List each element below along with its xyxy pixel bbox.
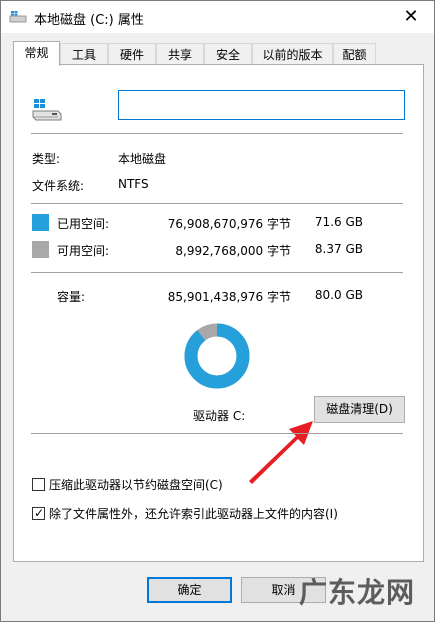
divider: [31, 203, 403, 204]
disk-cleanup-button[interactable]: 磁盘清理(D): [314, 396, 405, 423]
type-value: 本地磁盘: [118, 152, 167, 166]
tab-quota[interactable]: 配额: [333, 43, 376, 65]
arrow-annotation: [249, 421, 313, 484]
filesystem-label: 文件系统:: [32, 179, 85, 193]
free-space-label: 可用空间:: [57, 244, 110, 258]
capacity-bytes: 85,901,438,976 字节: [167, 290, 291, 304]
compress-label[interactable]: 压缩此驱动器以节约磁盘空间(C): [49, 476, 223, 493]
tab-previous-versions[interactable]: 以前的版本: [252, 43, 333, 65]
drive-letter-label: 驱动器 C:: [193, 409, 246, 423]
used-space-size: 71.6 GB: [314, 215, 363, 229]
used-space-swatch: [32, 214, 49, 231]
usage-donut-chart: [184, 323, 250, 389]
close-icon[interactable]: ✕: [388, 1, 434, 33]
capacity-label: 容量:: [57, 290, 86, 304]
used-space-bytes: 76,908,670,976 字节: [167, 217, 291, 231]
free-space-bytes: 8,992,768,000 字节: [175, 244, 291, 258]
divider: [31, 133, 403, 134]
capacity-size: 80.0 GB: [314, 288, 363, 302]
compress-checkbox[interactable]: [32, 478, 45, 491]
free-space-swatch: [32, 241, 49, 258]
divider: [31, 272, 403, 273]
drive-icon: [32, 99, 62, 121]
checkmark-icon: ✓: [34, 506, 45, 520]
tab-general[interactable]: 常规: [13, 41, 60, 66]
tab-tools[interactable]: 工具: [60, 43, 108, 65]
properties-window: 本地磁盘 (C:) 属性 ✕ 常规 工具 硬件 共享 安全 以前的版本 配额 类…: [0, 0, 435, 622]
window-title: 本地磁盘 (C:) 属性: [34, 13, 144, 28]
used-space-label: 已用空间:: [57, 217, 110, 231]
ok-button[interactable]: 确定: [147, 577, 232, 603]
donut-used-segment: [184, 323, 250, 389]
free-space-size: 8.37 GB: [314, 242, 363, 256]
watermark-text: 广东龙网: [299, 576, 416, 609]
filesystem-value: NTFS: [118, 177, 149, 191]
index-checkbox[interactable]: ✓: [32, 506, 45, 520]
tab-strip: 常规 工具 硬件 共享 安全 以前的版本 配额: [13, 41, 423, 66]
tab-hardware[interactable]: 硬件: [108, 43, 156, 65]
drive-name-input[interactable]: [118, 90, 405, 120]
index-label[interactable]: 除了文件属性外，还允许索引此驱动器上文件的内容(I): [49, 505, 338, 522]
type-label: 类型:: [32, 152, 61, 166]
tab-security[interactable]: 安全: [204, 43, 252, 65]
drive-icon: [9, 11, 27, 23]
divider: [31, 433, 403, 434]
tab-sharing[interactable]: 共享: [156, 43, 204, 65]
title-bar[interactable]: 本地磁盘 (C:) 属性 ✕: [1, 1, 434, 33]
